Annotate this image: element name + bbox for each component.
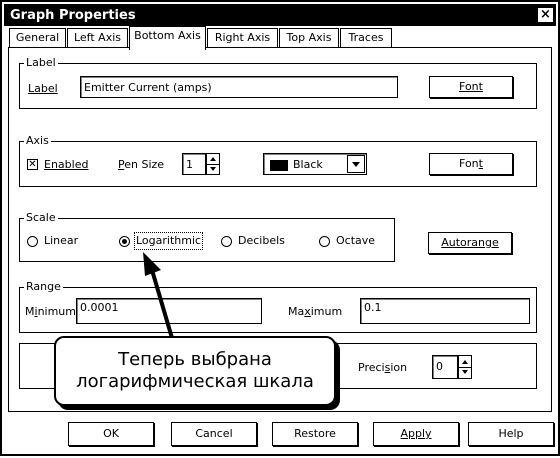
window-title: Graph Properties	[10, 8, 136, 23]
graph-properties-dialog: Graph Properties × General Left Axis Bot…	[0, 0, 560, 456]
label-font-button-text: Font	[459, 80, 483, 93]
spin-up-icon	[462, 360, 468, 364]
axis-group-title: Axis	[24, 134, 51, 148]
radio-decibels-label: Decibels	[238, 234, 285, 247]
range-group-title: Range	[24, 280, 63, 294]
range-group: Range Minimum 0.0001 Maximum 0.1	[19, 280, 537, 333]
scale-group: Scale Linear Logarithmic Decibels Octave	[19, 211, 395, 262]
spin-down-icon	[210, 167, 216, 171]
close-button[interactable]: ×	[537, 7, 554, 23]
annotation-callout: Теперь выбрана логарифмическая шкала	[54, 336, 336, 406]
tab-traces[interactable]: Traces	[340, 28, 392, 48]
callout-line-1: Теперь выбрана	[118, 349, 272, 370]
apply-button[interactable]: Apply	[373, 422, 459, 446]
restore-button[interactable]: Restore	[272, 422, 358, 446]
pen-size-label: Pen Size	[118, 158, 165, 171]
enabled-checkbox[interactable]: ✕	[27, 159, 38, 170]
label-font-button[interactable]: Font	[429, 76, 513, 98]
tab-general[interactable]: General	[9, 28, 66, 48]
maximum-label: Maximum	[288, 305, 343, 318]
callout-line-2: логарифмическая шкала	[76, 371, 314, 392]
radio-linear-label: Linear	[44, 234, 79, 247]
axis-group: Axis ✕ Enabled Pen Size 1 Black Font	[19, 134, 537, 187]
color-select-value: Black	[293, 158, 323, 171]
tab-bottom-axis[interactable]: Bottom Axis	[129, 26, 206, 50]
pen-size-input[interactable]: 1	[182, 153, 206, 175]
radio-octave[interactable]	[319, 236, 330, 247]
color-dropdown-button[interactable]	[347, 155, 365, 173]
autorange-button[interactable]: Autorange	[428, 232, 512, 254]
title-bar: Graph Properties ×	[4, 4, 556, 26]
spin-down-icon	[462, 370, 468, 374]
label-group-title: Label	[24, 56, 58, 70]
precision-label: Precision	[358, 361, 408, 374]
radio-logarithmic[interactable]	[119, 236, 130, 247]
autorange-button-text: Autorange	[441, 236, 499, 249]
scale-group-title: Scale	[24, 211, 58, 225]
radio-logarithmic-label: Logarithmic	[133, 232, 204, 250]
tab-top-axis[interactable]: Top Axis	[279, 28, 339, 48]
label-field-label: Label	[28, 82, 58, 95]
radio-linear[interactable]	[27, 236, 38, 247]
precision-spinner[interactable]	[458, 355, 472, 379]
maximum-input[interactable]: 0.1	[360, 298, 530, 324]
label-group: Label Label Emitter Current (amps) Font	[19, 56, 537, 109]
minimum-label: Minimum	[25, 305, 76, 318]
tab-right-axis[interactable]: Right Axis	[207, 28, 278, 48]
axis-font-button-text: Font	[459, 157, 483, 170]
chevron-down-icon	[352, 161, 360, 167]
cancel-button[interactable]: Cancel	[171, 422, 257, 446]
pen-size-spinner[interactable]	[206, 153, 220, 175]
precision-input[interactable]: 0	[432, 355, 458, 379]
ok-button[interactable]: OK	[68, 422, 154, 446]
enabled-label: Enabled	[44, 158, 89, 171]
radio-decibels[interactable]	[221, 236, 232, 247]
minimum-input[interactable]: 0.0001	[76, 298, 262, 324]
axis-font-button[interactable]: Font	[429, 153, 513, 175]
tab-left-axis[interactable]: Left Axis	[67, 28, 128, 48]
color-swatch	[270, 159, 288, 171]
apply-button-text: Apply	[400, 427, 432, 440]
close-icon: ×	[540, 7, 551, 22]
help-button[interactable]: Help	[468, 422, 554, 446]
spin-up-icon	[210, 157, 216, 161]
label-input[interactable]: Emitter Current (amps)	[80, 76, 398, 98]
radio-octave-label: Octave	[336, 234, 376, 247]
